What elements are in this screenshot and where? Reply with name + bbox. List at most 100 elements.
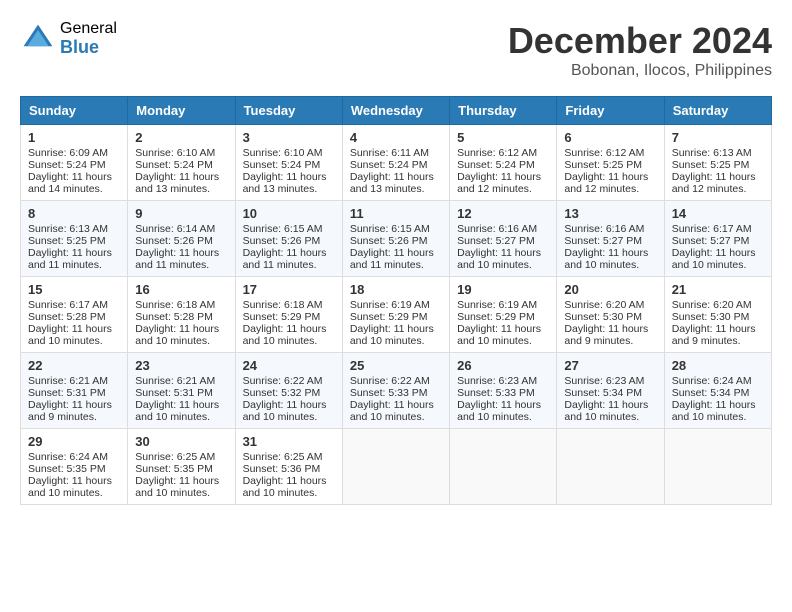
calendar-cell: 24Sunrise: 6:22 AMSunset: 5:32 PMDayligh… (235, 353, 342, 429)
day-number: 7 (672, 130, 764, 145)
day-number: 10 (243, 206, 335, 221)
sunrise-text: Sunrise: 6:24 AM (28, 451, 120, 463)
calendar-cell: 20Sunrise: 6:20 AMSunset: 5:30 PMDayligh… (557, 277, 664, 353)
daylight-text: Daylight: 11 hours and 10 minutes. (135, 323, 227, 347)
daylight-text: Daylight: 11 hours and 10 minutes. (564, 399, 656, 423)
day-number: 13 (564, 206, 656, 221)
calendar-cell: 5Sunrise: 6:12 AMSunset: 5:24 PMDaylight… (450, 125, 557, 201)
day-number: 3 (243, 130, 335, 145)
sunset-text: Sunset: 5:26 PM (135, 235, 227, 247)
sunset-text: Sunset: 5:35 PM (135, 463, 227, 475)
day-number: 17 (243, 282, 335, 297)
day-number: 26 (457, 358, 549, 373)
daylight-text: Daylight: 11 hours and 14 minutes. (28, 171, 120, 195)
calendar-cell: 10Sunrise: 6:15 AMSunset: 5:26 PMDayligh… (235, 201, 342, 277)
calendar-cell: 15Sunrise: 6:17 AMSunset: 5:28 PMDayligh… (21, 277, 128, 353)
daylight-text: Daylight: 11 hours and 10 minutes. (243, 323, 335, 347)
daylight-text: Daylight: 11 hours and 9 minutes. (564, 323, 656, 347)
sunset-text: Sunset: 5:27 PM (564, 235, 656, 247)
sunset-text: Sunset: 5:34 PM (564, 387, 656, 399)
calendar-cell (557, 429, 664, 505)
calendar-cell: 27Sunrise: 6:23 AMSunset: 5:34 PMDayligh… (557, 353, 664, 429)
sunrise-text: Sunrise: 6:10 AM (243, 147, 335, 159)
calendar-cell: 1Sunrise: 6:09 AMSunset: 5:24 PMDaylight… (21, 125, 128, 201)
calendar-cell: 4Sunrise: 6:11 AMSunset: 5:24 PMDaylight… (342, 125, 449, 201)
logo-icon (20, 21, 56, 57)
sunset-text: Sunset: 5:36 PM (243, 463, 335, 475)
day-number: 20 (564, 282, 656, 297)
sunset-text: Sunset: 5:26 PM (350, 235, 442, 247)
sunset-text: Sunset: 5:25 PM (564, 159, 656, 171)
sunrise-text: Sunrise: 6:16 AM (457, 223, 549, 235)
sunset-text: Sunset: 5:25 PM (28, 235, 120, 247)
daylight-text: Daylight: 11 hours and 10 minutes. (564, 247, 656, 271)
sunrise-text: Sunrise: 6:20 AM (564, 299, 656, 311)
sunset-text: Sunset: 5:33 PM (457, 387, 549, 399)
day-number: 23 (135, 358, 227, 373)
sunrise-text: Sunrise: 6:18 AM (135, 299, 227, 311)
day-number: 24 (243, 358, 335, 373)
calendar-cell: 14Sunrise: 6:17 AMSunset: 5:27 PMDayligh… (664, 201, 771, 277)
sunrise-text: Sunrise: 6:23 AM (564, 375, 656, 387)
sunset-text: Sunset: 5:29 PM (243, 311, 335, 323)
sunrise-text: Sunrise: 6:17 AM (28, 299, 120, 311)
calendar-cell: 28Sunrise: 6:24 AMSunset: 5:34 PMDayligh… (664, 353, 771, 429)
day-number: 15 (28, 282, 120, 297)
daylight-text: Daylight: 11 hours and 9 minutes. (28, 399, 120, 423)
calendar-cell: 19Sunrise: 6:19 AMSunset: 5:29 PMDayligh… (450, 277, 557, 353)
calendar-cell: 26Sunrise: 6:23 AMSunset: 5:33 PMDayligh… (450, 353, 557, 429)
calendar-header-friday: Friday (557, 97, 664, 125)
calendar-week-row: 1Sunrise: 6:09 AMSunset: 5:24 PMDaylight… (21, 125, 772, 201)
title-section: December 2024 Bobonan, Ilocos, Philippin… (508, 20, 772, 80)
day-number: 12 (457, 206, 549, 221)
sunrise-text: Sunrise: 6:15 AM (243, 223, 335, 235)
daylight-text: Daylight: 11 hours and 13 minutes. (350, 171, 442, 195)
calendar-week-row: 29Sunrise: 6:24 AMSunset: 5:35 PMDayligh… (21, 429, 772, 505)
calendar-header-sunday: Sunday (21, 97, 128, 125)
calendar-cell: 12Sunrise: 6:16 AMSunset: 5:27 PMDayligh… (450, 201, 557, 277)
calendar-cell: 31Sunrise: 6:25 AMSunset: 5:36 PMDayligh… (235, 429, 342, 505)
sunrise-text: Sunrise: 6:24 AM (672, 375, 764, 387)
logo-blue: Blue (60, 38, 117, 58)
month-year-title: December 2024 (508, 20, 772, 62)
day-number: 11 (350, 206, 442, 221)
daylight-text: Daylight: 11 hours and 13 minutes. (243, 171, 335, 195)
sunset-text: Sunset: 5:29 PM (350, 311, 442, 323)
logo: General Blue (20, 20, 117, 57)
calendar-cell: 29Sunrise: 6:24 AMSunset: 5:35 PMDayligh… (21, 429, 128, 505)
daylight-text: Daylight: 11 hours and 12 minutes. (672, 171, 764, 195)
day-number: 1 (28, 130, 120, 145)
sunset-text: Sunset: 5:24 PM (457, 159, 549, 171)
sunset-text: Sunset: 5:26 PM (243, 235, 335, 247)
sunrise-text: Sunrise: 6:25 AM (135, 451, 227, 463)
day-number: 29 (28, 434, 120, 449)
calendar-cell: 7Sunrise: 6:13 AMSunset: 5:25 PMDaylight… (664, 125, 771, 201)
sunset-text: Sunset: 5:28 PM (135, 311, 227, 323)
daylight-text: Daylight: 11 hours and 9 minutes. (672, 323, 764, 347)
daylight-text: Daylight: 11 hours and 10 minutes. (350, 323, 442, 347)
calendar-cell (450, 429, 557, 505)
sunrise-text: Sunrise: 6:20 AM (672, 299, 764, 311)
calendar-header-row: SundayMondayTuesdayWednesdayThursdayFrid… (21, 97, 772, 125)
sunrise-text: Sunrise: 6:21 AM (135, 375, 227, 387)
sunrise-text: Sunrise: 6:10 AM (135, 147, 227, 159)
sunset-text: Sunset: 5:29 PM (457, 311, 549, 323)
sunrise-text: Sunrise: 6:19 AM (350, 299, 442, 311)
calendar-cell: 8Sunrise: 6:13 AMSunset: 5:25 PMDaylight… (21, 201, 128, 277)
daylight-text: Daylight: 11 hours and 10 minutes. (672, 247, 764, 271)
sunrise-text: Sunrise: 6:12 AM (564, 147, 656, 159)
calendar-header-tuesday: Tuesday (235, 97, 342, 125)
sunset-text: Sunset: 5:33 PM (350, 387, 442, 399)
sunrise-text: Sunrise: 6:23 AM (457, 375, 549, 387)
sunset-text: Sunset: 5:35 PM (28, 463, 120, 475)
sunrise-text: Sunrise: 6:13 AM (672, 147, 764, 159)
daylight-text: Daylight: 11 hours and 10 minutes. (672, 399, 764, 423)
calendar-cell: 17Sunrise: 6:18 AMSunset: 5:29 PMDayligh… (235, 277, 342, 353)
day-number: 28 (672, 358, 764, 373)
daylight-text: Daylight: 11 hours and 10 minutes. (135, 399, 227, 423)
location-subtitle: Bobonan, Ilocos, Philippines (508, 62, 772, 80)
calendar-cell: 3Sunrise: 6:10 AMSunset: 5:24 PMDaylight… (235, 125, 342, 201)
daylight-text: Daylight: 11 hours and 10 minutes. (135, 475, 227, 499)
sunrise-text: Sunrise: 6:21 AM (28, 375, 120, 387)
calendar-cell: 22Sunrise: 6:21 AMSunset: 5:31 PMDayligh… (21, 353, 128, 429)
